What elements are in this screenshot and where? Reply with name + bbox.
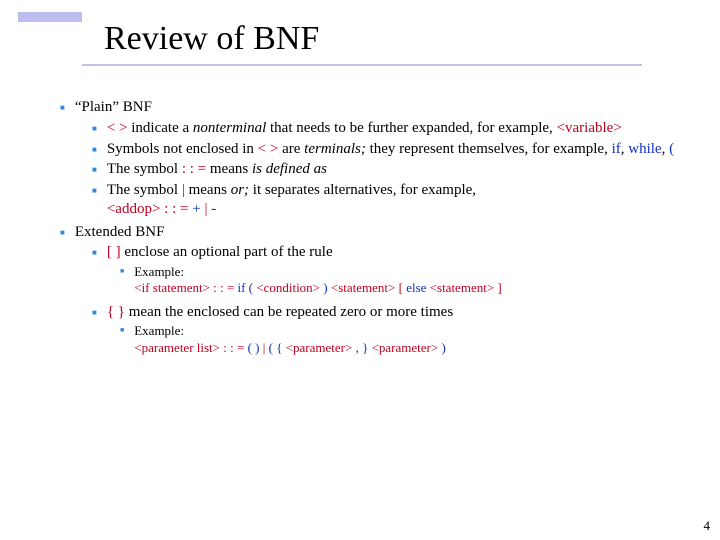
bullet-icon: ■: [120, 267, 124, 276]
bullet-example-if: ■ Example: <if statement> : : = if ( <co…: [120, 264, 704, 297]
bullet-example-paramlist: ■ Example: <parameter list> : : = ( ) | …: [120, 323, 704, 356]
bullet-icon: ■: [92, 186, 97, 196]
bullet-text: Example: <parameter list> : : = ( ) | ( …: [134, 323, 446, 356]
bullet-curly-braces: ■ { } mean the enclosed can be repeated …: [92, 303, 704, 322]
title-underline: [82, 64, 642, 66]
slide: Review of BNF ■ “Plain” BNF ■ < > indica…: [0, 0, 720, 540]
bullet-extended-bnf: ■ Extended BNF: [60, 223, 704, 242]
bullet-text: [ ] enclose an optional part of the rule: [107, 243, 333, 262]
bullet-text: Extended BNF: [75, 223, 165, 242]
bullet-text: < > indicate a nonterminal that needs to…: [107, 119, 622, 138]
bullet-text: The symbol | means or; it separates alte…: [107, 181, 476, 219]
bullet-icon: ■: [60, 103, 65, 113]
title-accent-bar: [18, 12, 82, 22]
bullet-text: Symbols not enclosed in < > are terminal…: [107, 140, 674, 159]
bullet-plain-bnf: ■ “Plain” BNF: [60, 98, 704, 117]
bullet-icon: ■: [92, 124, 97, 134]
bullet-square-brackets: ■ [ ] enclose an optional part of the ru…: [92, 243, 704, 262]
bullet-icon: ■: [92, 165, 97, 175]
bullet-text: { } mean the enclosed can be repeated ze…: [107, 303, 453, 322]
bullet-icon: ■: [92, 308, 97, 318]
bullet-text: Example: <if statement> : : = if ( <cond…: [134, 264, 502, 297]
bullet-terminals: ■ Symbols not enclosed in < > are termin…: [92, 140, 704, 159]
bullet-icon: ■: [92, 248, 97, 258]
bullet-text: The symbol : : = means is defined as: [107, 160, 327, 179]
page-title: Review of BNF: [104, 18, 319, 61]
bullet-or: ■ The symbol | means or; it separates al…: [92, 181, 704, 219]
bullet-icon: ■: [60, 228, 65, 238]
bullet-angle-brackets: ■ < > indicate a nonterminal that needs …: [92, 119, 704, 138]
bullet-icon: ■: [120, 326, 124, 335]
slide-body: ■ “Plain” BNF ■ < > indicate a nontermin…: [60, 98, 704, 356]
page-number: 4: [704, 518, 711, 534]
bullet-icon: ■: [92, 145, 97, 155]
bullet-text: “Plain” BNF: [75, 98, 152, 117]
bullet-defined-as: ■ The symbol : : = means is defined as: [92, 160, 704, 179]
